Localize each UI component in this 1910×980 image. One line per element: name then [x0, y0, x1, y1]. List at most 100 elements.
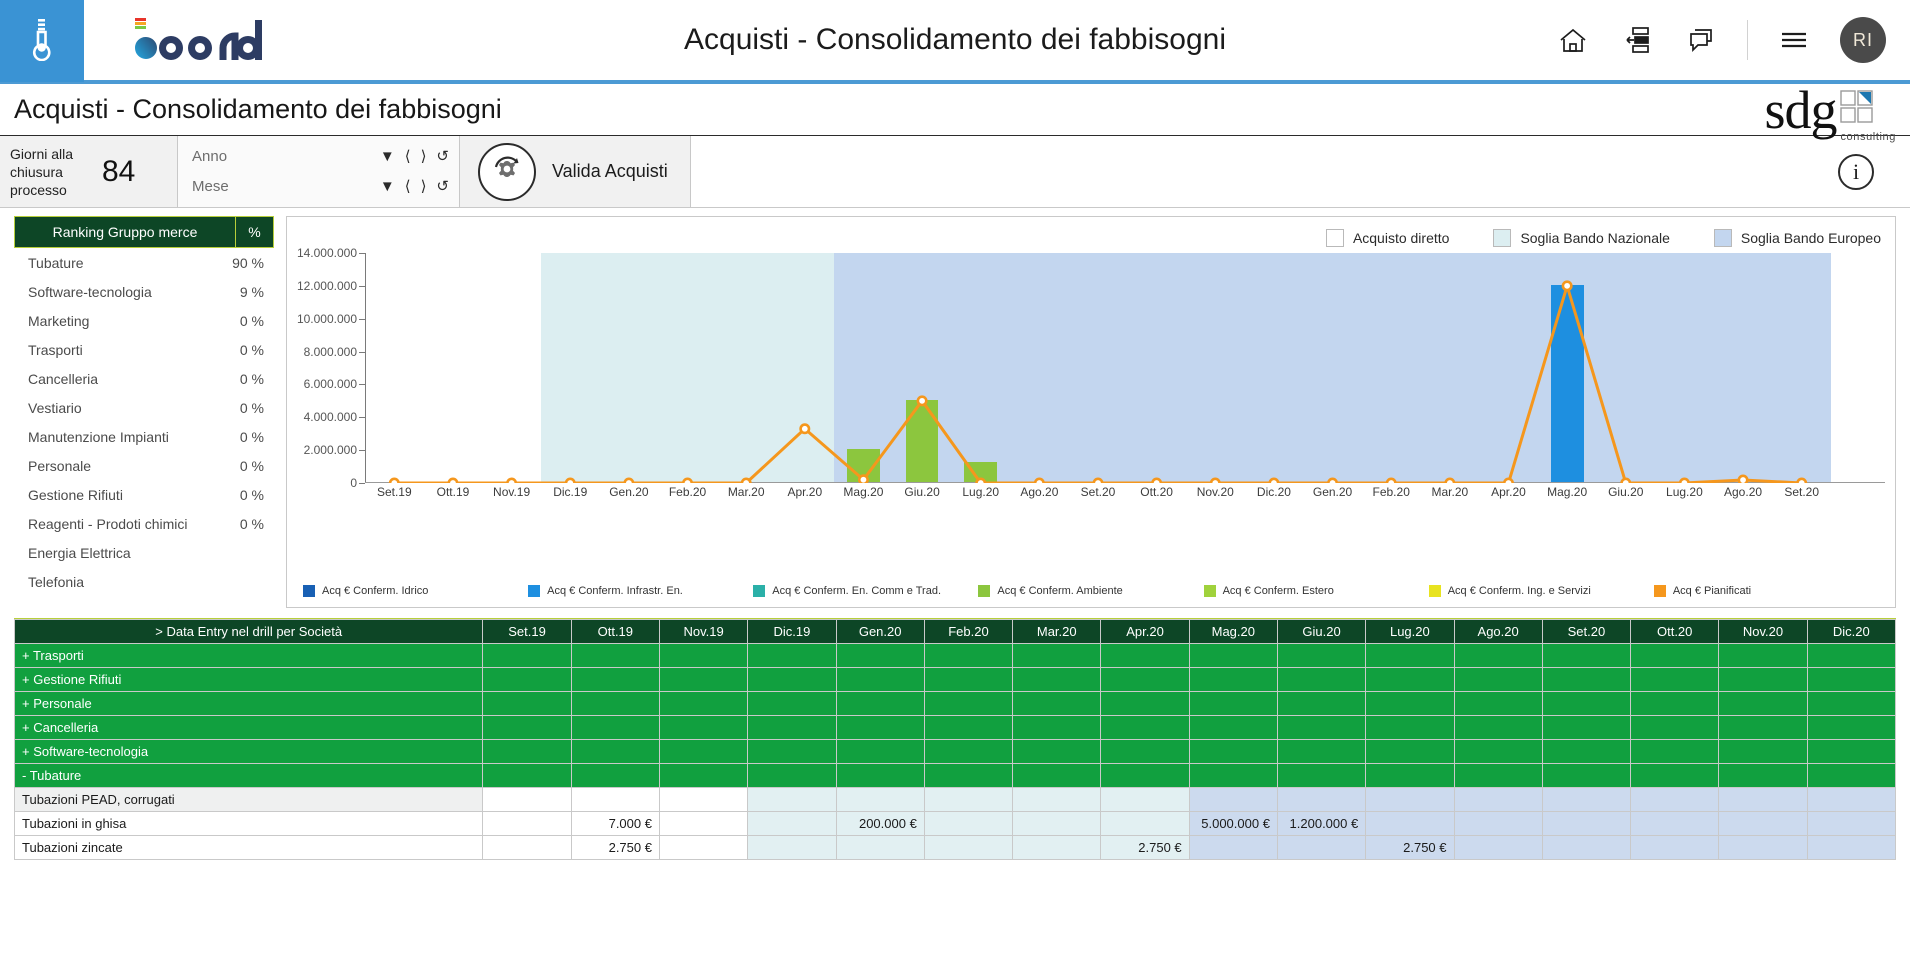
grid-row-label[interactable]: + Gestione Rifiuti	[14, 667, 484, 692]
chart-legend-item[interactable]: Acq € Conferm. Ambiente	[978, 585, 1203, 597]
grid-cell[interactable]	[1630, 691, 1720, 716]
grid-cell[interactable]	[1188, 835, 1278, 860]
grid-cell[interactable]	[1806, 739, 1896, 764]
grid-row-label[interactable]: Tubazioni PEAD, corrugati	[14, 787, 484, 812]
grid-row-label[interactable]: + Trasporti	[14, 643, 484, 668]
next-icon[interactable]: ⟩	[421, 179, 427, 194]
grid-cell[interactable]	[658, 787, 749, 812]
grid-cell[interactable]	[1806, 643, 1896, 668]
grid-cell[interactable]	[1012, 643, 1102, 668]
grid-cell[interactable]	[923, 667, 1014, 692]
chart-legend-top-item[interactable]: Soglia Bando Europeo	[1713, 229, 1881, 247]
grid-cell[interactable]	[1188, 643, 1278, 668]
grid-cell[interactable]	[658, 811, 749, 836]
avatar[interactable]: RI	[1840, 17, 1886, 63]
grid-cell[interactable]	[1100, 763, 1190, 788]
grid-cell[interactable]	[482, 643, 572, 668]
grid-cell[interactable]	[1188, 763, 1278, 788]
ranking-row[interactable]: Marketing 0 %	[14, 306, 274, 335]
grid-cell[interactable]	[1718, 835, 1808, 860]
grid-column-header[interactable]: Mag.20	[1188, 619, 1278, 644]
grid-cell[interactable]	[1276, 667, 1367, 692]
grid-cell[interactable]	[747, 715, 837, 740]
grid-cell[interactable]: 2.750 €	[1100, 835, 1190, 860]
grid-cell[interactable]	[658, 715, 749, 740]
grid-cell[interactable]	[923, 691, 1014, 716]
grid-cell[interactable]	[570, 715, 660, 740]
grid-row-label[interactable]: Tubazioni zincate	[14, 835, 484, 860]
valida-acquisti-action[interactable]: Valida Acquisti	[460, 136, 691, 207]
grid-group-row[interactable]: + Trasporti	[14, 643, 1896, 668]
chart-legend-item[interactable]: Acq € Pianificati	[1653, 585, 1879, 597]
grid-cell[interactable]	[658, 691, 749, 716]
ranking-row[interactable]: Energia Elettrica	[14, 538, 274, 567]
grid-column-header[interactable]: Ago.20	[1453, 619, 1543, 644]
grid-cell[interactable]	[570, 763, 660, 788]
grid-cell[interactable]	[1806, 667, 1896, 692]
grid-cell[interactable]	[482, 715, 572, 740]
chart-legend-item[interactable]: Acq € Conferm. Idrico	[303, 585, 528, 597]
grid-cell[interactable]	[658, 835, 749, 860]
grid-cell[interactable]	[1100, 643, 1190, 668]
grid-cell[interactable]	[923, 763, 1014, 788]
board-mark-icon[interactable]	[0, 0, 84, 82]
ranking-row[interactable]: Gestione Rifiuti 0 %	[14, 480, 274, 509]
grid-cell[interactable]	[1630, 715, 1720, 740]
grid-column-header[interactable]: Gen.20	[835, 619, 925, 644]
layout-icon[interactable]	[1619, 22, 1655, 58]
grid-cell[interactable]	[1188, 667, 1278, 692]
grid-group-row[interactable]: + Software-tecnologia	[14, 739, 1896, 764]
grid-row-label[interactable]: Tubazioni in ghisa	[14, 811, 484, 836]
grid-cell[interactable]	[482, 667, 572, 692]
grid-cell[interactable]	[570, 787, 660, 812]
prev-icon[interactable]: ⟨	[405, 149, 411, 164]
grid-column-header[interactable]: Nov.20	[1718, 619, 1808, 644]
chevron-down-icon[interactable]: ▼	[380, 179, 395, 194]
home-icon[interactable]	[1555, 22, 1591, 58]
grid-cell[interactable]: 2.750 €	[1365, 835, 1455, 860]
grid-cell[interactable]	[1012, 835, 1102, 860]
data-entry-grid-wrapper[interactable]: > Data Entry nel drill per Società Set.19…	[14, 618, 1896, 864]
grid-cell[interactable]	[1718, 643, 1808, 668]
grid-column-header[interactable]: Giu.20	[1276, 619, 1367, 644]
grid-cell[interactable]	[835, 667, 925, 692]
grid-cell[interactable]	[482, 739, 572, 764]
chart-legend-top-item[interactable]: Acquisto diretto	[1325, 229, 1449, 247]
gear-icon[interactable]	[478, 142, 536, 201]
grid-cell[interactable]	[1365, 787, 1455, 812]
grid-cell[interactable]	[658, 763, 749, 788]
grid-cell[interactable]	[1630, 811, 1720, 836]
grid-cell[interactable]	[1276, 835, 1367, 860]
grid-cell[interactable]	[482, 811, 572, 836]
chart-legend-top-item[interactable]: Soglia Bando Nazionale	[1493, 229, 1670, 247]
grid-cell[interactable]	[1365, 715, 1455, 740]
ranking-row[interactable]: Telefonia	[14, 567, 274, 596]
grid-cell[interactable]	[1365, 811, 1455, 836]
grid-cell[interactable]	[1541, 835, 1632, 860]
grid-cell[interactable]	[1276, 691, 1367, 716]
grid-cell[interactable]	[1630, 643, 1720, 668]
grid-cell[interactable]	[1541, 667, 1632, 692]
grid-cell[interactable]	[747, 643, 837, 668]
grid-cell[interactable]	[1630, 667, 1720, 692]
reset-icon[interactable]: ↺	[436, 149, 449, 164]
grid-cell[interactable]	[1718, 811, 1808, 836]
grid-column-header[interactable]: Set.19	[482, 619, 572, 644]
grid-cell[interactable]	[1718, 763, 1808, 788]
grid-cell[interactable]	[1453, 835, 1543, 860]
chart-legend-item[interactable]: Acq € Conferm. Estero	[1203, 585, 1429, 597]
selector-mese[interactable]: Mese ▼ ⟨ ⟩ ↺	[192, 174, 449, 200]
grid-cell[interactable]	[1541, 643, 1632, 668]
grid-cell[interactable]	[923, 643, 1014, 668]
grid-cell[interactable]	[658, 643, 749, 668]
grid-cell[interactable]	[1276, 643, 1367, 668]
grid-cell[interactable]	[1453, 787, 1543, 812]
ranking-row[interactable]: Reagenti - Prodoti chimici 0 %	[14, 509, 274, 538]
grid-cell[interactable]	[1100, 811, 1190, 836]
grid-cell[interactable]	[1630, 739, 1720, 764]
grid-column-header[interactable]: Apr.20	[1100, 619, 1190, 644]
grid-cell[interactable]	[835, 787, 925, 812]
grid-cell[interactable]	[482, 835, 572, 860]
grid-cell[interactable]	[482, 787, 572, 812]
grid-cell[interactable]	[923, 811, 1014, 836]
